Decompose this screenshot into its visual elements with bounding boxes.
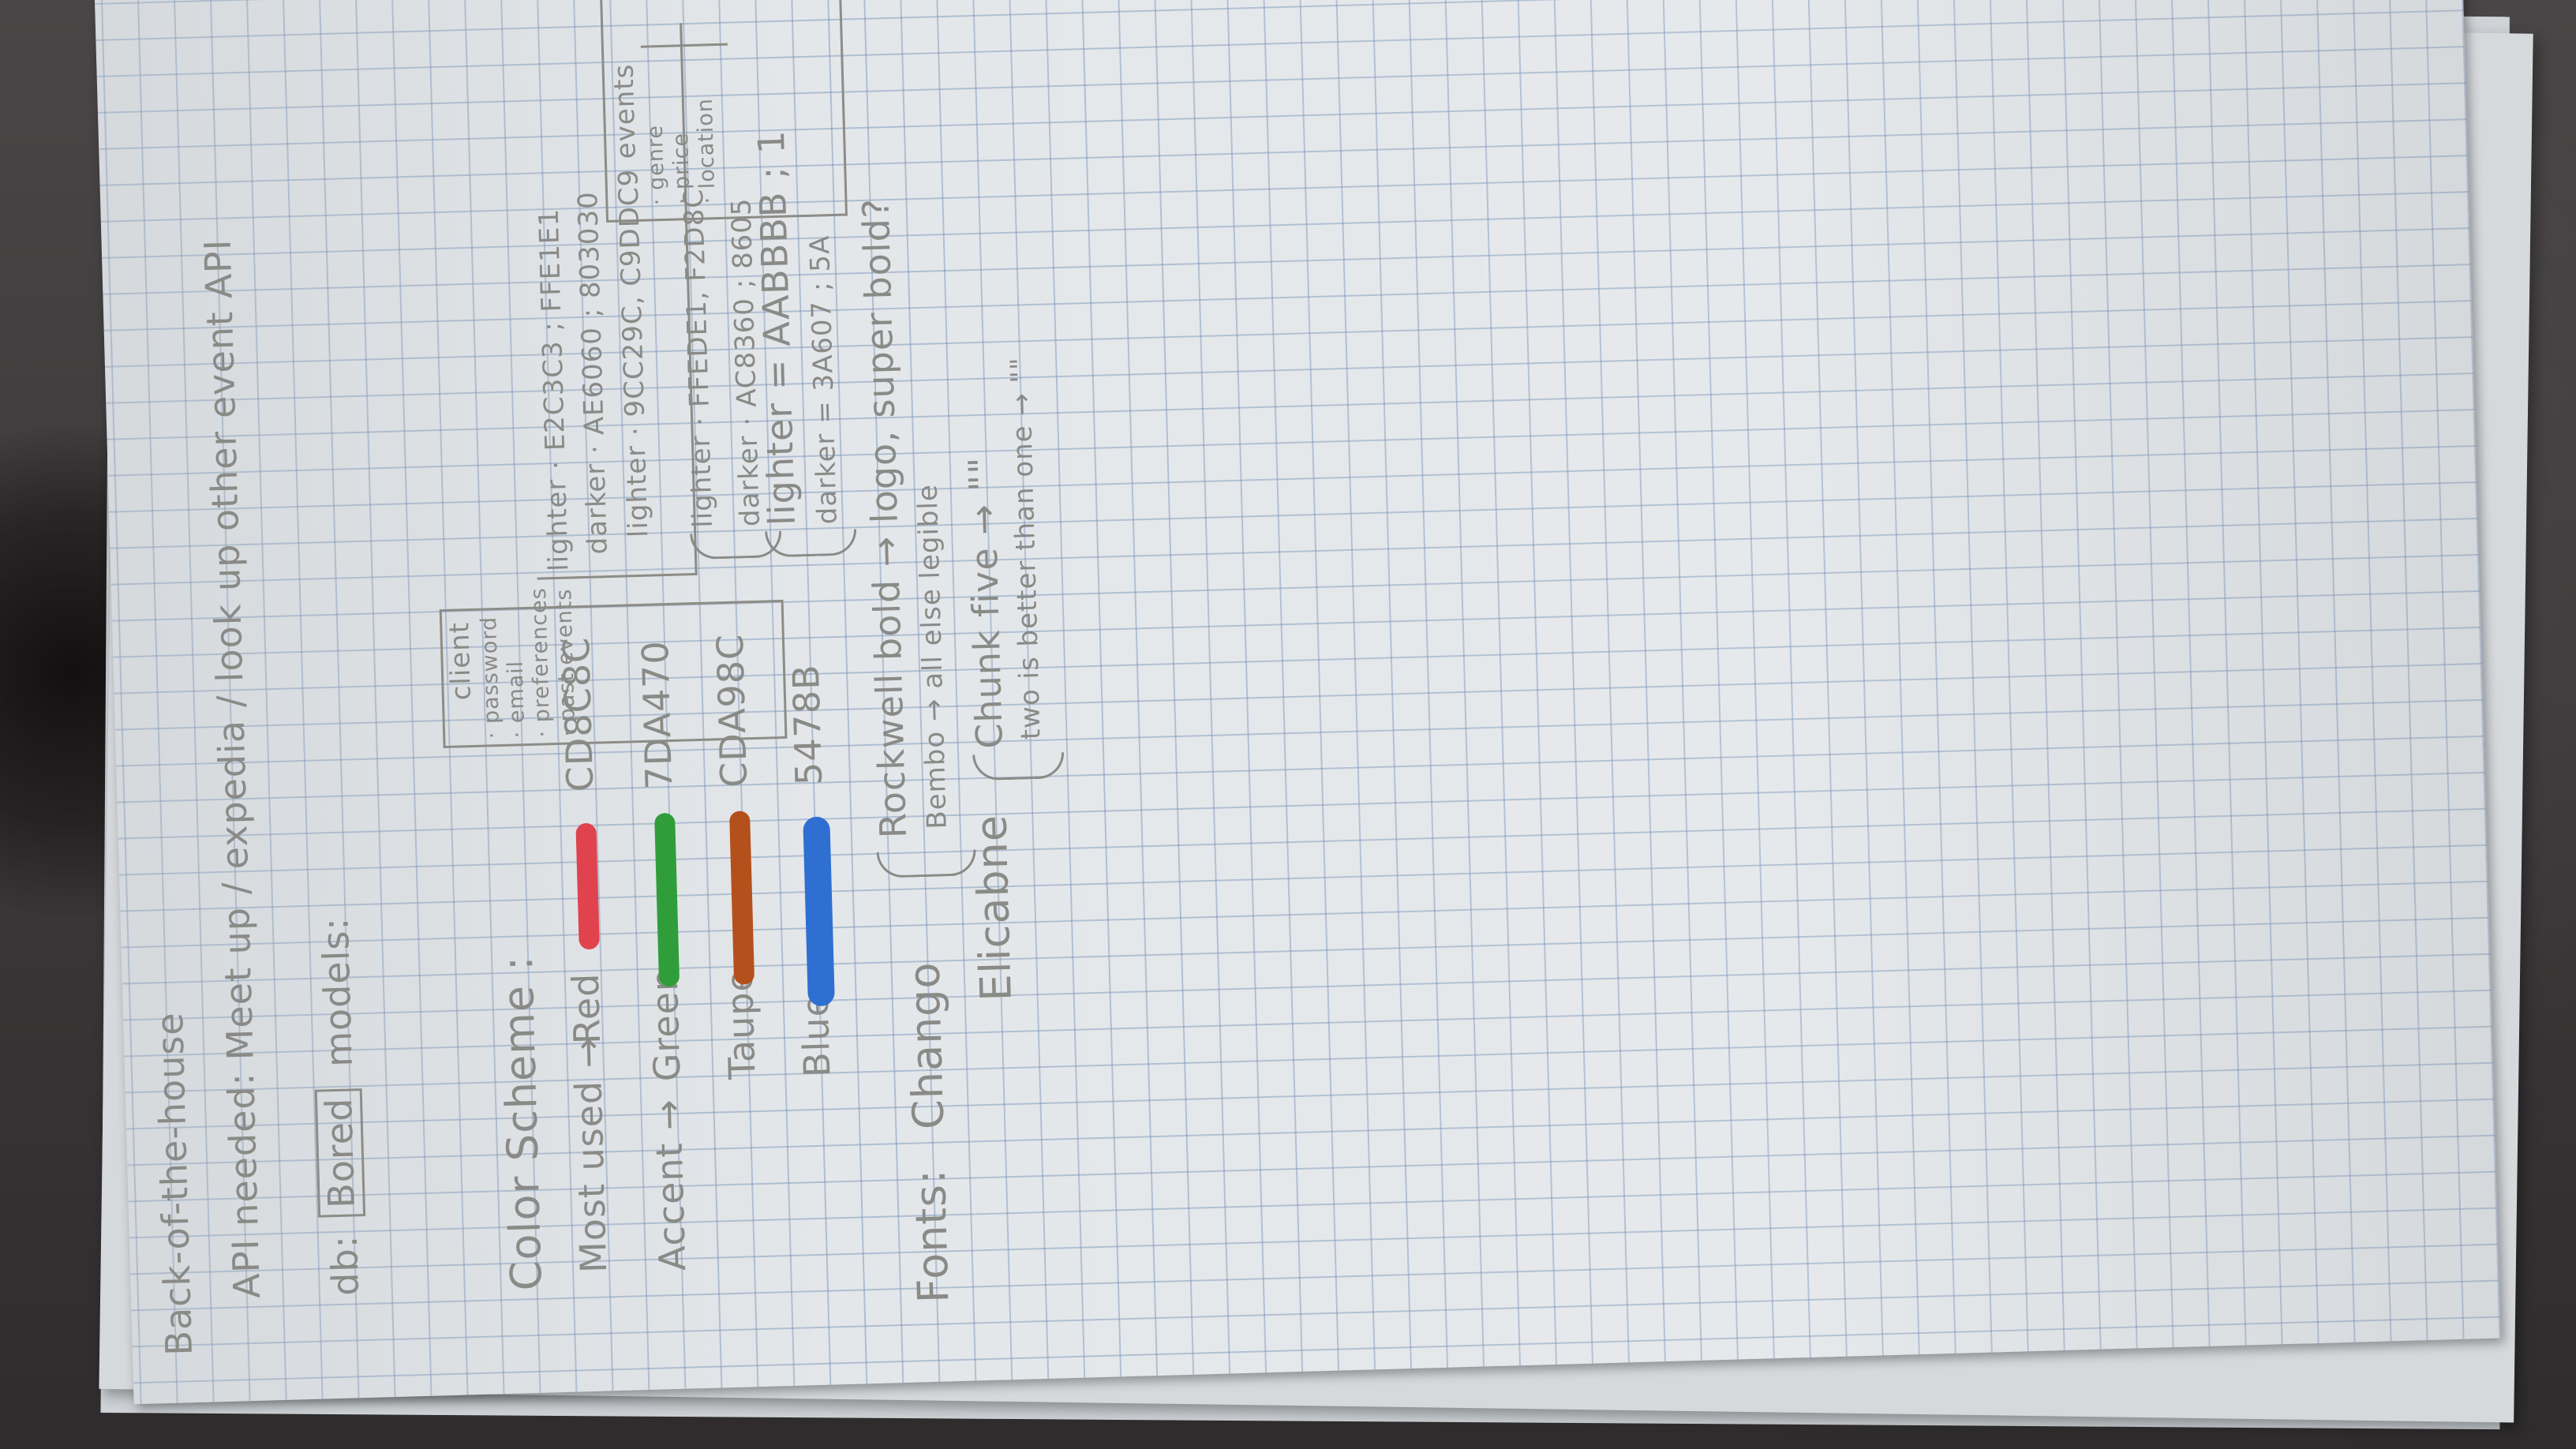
relation-line bbox=[537, 573, 695, 580]
font-secondary: Elicabne bbox=[966, 814, 1021, 1002]
font-secondary-note: two is better than one → "" bbox=[1005, 356, 1047, 740]
page-title: Back-of-the-house bbox=[148, 1011, 200, 1357]
color-row-hex: 7DA470 bbox=[633, 639, 681, 791]
color-swatch-taupe bbox=[729, 811, 755, 985]
api-note: API needed: Meet up / expedia / look up … bbox=[196, 238, 269, 1300]
events-model-title: events bbox=[608, 63, 642, 159]
color-row-darker: darker · AE6060 ; 803030 bbox=[572, 190, 614, 556]
bracket bbox=[765, 529, 858, 558]
font-secondary-note: Chunk five → "" bbox=[960, 455, 1011, 750]
color-row-darker: darker = 3A607 ; 5A bbox=[803, 234, 844, 525]
font-primary-note: Bembo → all else legible bbox=[912, 483, 953, 830]
color-row-label: Most used → bbox=[565, 1036, 616, 1274]
color-row-name: Blue bbox=[793, 993, 839, 1078]
color-swatch-blue bbox=[803, 816, 835, 1007]
color-row-hex: 5478B bbox=[784, 663, 831, 786]
color-row-lighter: lighter · 9CC29C, C9DDC9 bbox=[612, 168, 655, 538]
handwritten-notes: Back-of-the-house API needed: Meet up / … bbox=[95, 0, 2501, 1404]
font-primary-note: Rockwell bold → logo, super bold? bbox=[854, 197, 915, 839]
color-row-lighter: lighter · E2C3C3 ; FFE1E1 bbox=[533, 208, 575, 572]
font-primary: Chango bbox=[899, 960, 954, 1130]
color-row-label: Accent → bbox=[646, 1098, 695, 1271]
color-scheme-heading: Color Scheme : bbox=[492, 954, 552, 1292]
color-row-hex: CD8C8C bbox=[554, 636, 602, 792]
fonts-label: Fonts: bbox=[904, 1168, 959, 1304]
bracket bbox=[876, 849, 977, 878]
bracket bbox=[972, 752, 1065, 781]
color-row-name: Taupe bbox=[717, 968, 764, 1080]
color-swatch-red bbox=[575, 822, 600, 950]
db-boxed-name: Bored bbox=[314, 1088, 366, 1218]
client-field: · password bbox=[477, 616, 505, 739]
color-swatch-green bbox=[654, 812, 680, 987]
db-models-label: models: bbox=[313, 916, 361, 1068]
client-field: · email bbox=[503, 660, 530, 739]
color-row-hex: CDA98C bbox=[708, 633, 756, 788]
color-row-name: Red bbox=[564, 972, 609, 1045]
graph-paper-sheet: Back-of-the-house API needed: Meet up / … bbox=[95, 0, 2501, 1405]
color-row-lighter: lighter · FFEDE1, F2D8C bbox=[677, 188, 719, 529]
db-label: db: bbox=[322, 1234, 367, 1297]
events-field: · genre bbox=[642, 124, 670, 206]
client-model-title: client bbox=[444, 621, 477, 701]
photo-scene: Back-of-the-house API needed: Meet up / … bbox=[0, 0, 2576, 1449]
client-field: · preferences bbox=[526, 586, 556, 738]
